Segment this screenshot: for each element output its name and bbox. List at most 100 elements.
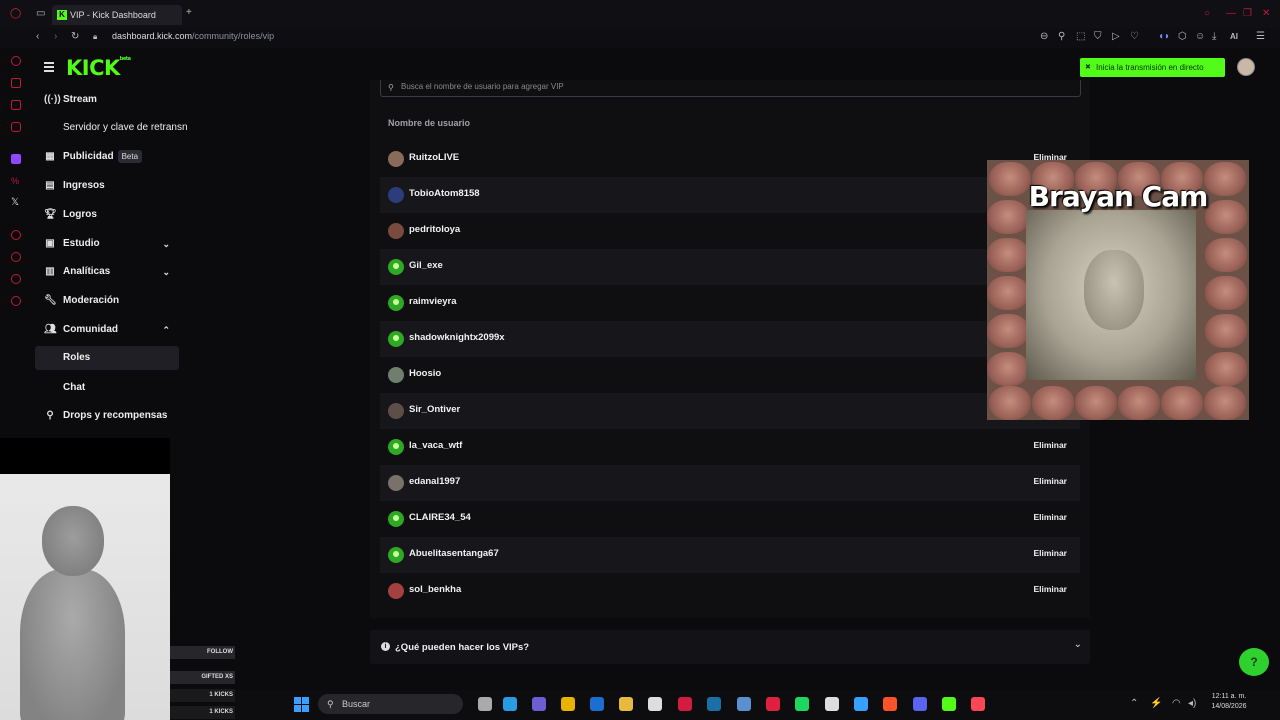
wifi-icon[interactable]: ◠ (1172, 698, 1181, 710)
edge-icon[interactable] (503, 697, 517, 711)
taskbar-clock[interactable]: 12:11 a. m. 14/08/2026 (1206, 692, 1252, 712)
remove-vip-button[interactable]: Eliminar (1033, 548, 1067, 558)
username[interactable]: CLAIRE34_54 (409, 512, 471, 523)
username[interactable]: sol_benkha (409, 584, 461, 595)
valorant-icon[interactable] (971, 697, 985, 711)
pin-icon[interactable]: ⚲ (1058, 31, 1065, 43)
username[interactable]: RuitzoLIVE (409, 152, 459, 163)
chevron-up-icon[interactable]: ⌃ (1130, 698, 1138, 710)
username[interactable]: Sir_Ontiver (409, 404, 460, 415)
nav-chat[interactable]: Chat (44, 376, 179, 400)
nav-stream-key[interactable]: Servidor y clave de retransn (44, 116, 188, 140)
username[interactable]: Gil_exe (409, 260, 443, 271)
store-icon[interactable] (648, 697, 662, 711)
remove-vip-button[interactable]: Eliminar (1033, 584, 1067, 594)
search-tabs-icon[interactable]: ○ (1204, 8, 1210, 20)
username[interactable]: Abuelitasentanga67 (409, 548, 499, 559)
network-icon[interactable]: ⚡ (1150, 698, 1162, 710)
support-chat-button[interactable]: ? (1239, 648, 1269, 676)
remove-vip-button[interactable]: Eliminar (1033, 440, 1067, 450)
url-text[interactable]: dashboard.kick.com/community/roles/vip (112, 31, 274, 41)
easy-setup-icon[interactable]: ☰ (1256, 31, 1265, 43)
ccleaner-icon[interactable] (825, 697, 839, 711)
percent-icon[interactable]: % (11, 176, 21, 186)
download-icon[interactable]: ⤓ (1212, 31, 1216, 43)
teams-icon[interactable] (532, 697, 546, 711)
nav-moderacion[interactable]: 🔧︎ Moderación (44, 289, 179, 313)
zoom-icon[interactable]: ⊖ (1040, 31, 1048, 43)
nav-estudio[interactable]: ▣ Estudio ⌄ (44, 232, 179, 256)
vip-faq-accordion[interactable]: i ¿Qué pueden hacer los VIPs? ⌄ (370, 630, 1090, 664)
maximize-icon[interactable]: ❐ (1243, 8, 1252, 20)
opera-gx-icon[interactable] (678, 697, 692, 711)
kick-app-icon[interactable] (942, 697, 956, 711)
extensions-side-icon[interactable] (11, 274, 21, 284)
history-icon[interactable] (11, 252, 21, 262)
folder-icon[interactable] (619, 697, 633, 711)
tab-overview-icon[interactable]: ▭ (36, 8, 45, 20)
opera-logo-icon[interactable]: ◯ (10, 8, 21, 20)
brave-icon[interactable] (883, 697, 897, 711)
file-explorer-icon[interactable] (478, 697, 492, 711)
taskbar-search[interactable]: ⚲ Buscar (318, 694, 463, 714)
heart-icon[interactable]: ♡ (1130, 31, 1139, 43)
username[interactable]: raimvieyra (409, 296, 457, 307)
username[interactable]: Hoosio (409, 368, 441, 379)
profile-avatar[interactable] (1237, 58, 1255, 76)
new-tab-button[interactable]: + (186, 7, 192, 19)
nav-comunidad[interactable]: 👥︎ Comunidad ⌃ (44, 318, 179, 342)
app-icon[interactable] (737, 697, 751, 711)
minimize-icon[interactable]: — (1226, 8, 1236, 20)
puzzle-icon[interactable]: ⬡ (1178, 31, 1187, 43)
steam-icon[interactable] (707, 697, 721, 711)
nav-drops[interactable]: ⚲ Drops y recompensas (44, 404, 179, 428)
player-icon[interactable]: ▷ (1112, 31, 1120, 43)
forward-icon[interactable]: › (54, 31, 57, 43)
opera-icon[interactable] (766, 697, 780, 711)
username[interactable]: TobioAtom8158 (409, 188, 480, 199)
remove-vip-button[interactable]: Eliminar (1033, 512, 1067, 522)
nav-logros[interactable]: 🏆︎ Logros (44, 203, 179, 227)
extension-icon[interactable]: ◖◗ (1158, 31, 1170, 43)
back-icon[interactable]: ‹ (36, 31, 39, 43)
aria-icon[interactable] (11, 56, 21, 66)
x-icon[interactable]: 𝕏 (11, 198, 21, 208)
tab-vip-kick-dashboard[interactable]: K VIP - Kick Dashboard (52, 5, 182, 25)
app-2-icon[interactable] (854, 697, 868, 711)
nav-analiticas[interactable]: ▥ Analíticas ⌄ (44, 260, 179, 284)
remove-vip-button[interactable]: Eliminar (1033, 476, 1067, 486)
account-icon[interactable]: ☺ (1195, 31, 1205, 43)
username[interactable]: shadowknightx2099x (409, 332, 505, 343)
twitch-icon[interactable] (11, 154, 21, 164)
messenger-icon[interactable] (11, 100, 21, 110)
spotify-icon[interactable] (795, 697, 809, 711)
vip-search-input[interactable]: ⚲ Busca el nombre de usuario para agrega… (380, 80, 1081, 97)
volume-icon[interactable]: ◂) (1188, 698, 1196, 710)
workspace-icon[interactable] (11, 78, 21, 88)
nav-ingresos[interactable]: ▤ Ingresos (44, 174, 179, 198)
discord-icon[interactable] (913, 697, 927, 711)
adblock-icon[interactable]: ⛉ (1094, 31, 1102, 43)
nav-publicidad[interactable]: ▦ Publicidad Beta (44, 145, 179, 169)
windows-start-icon[interactable] (294, 697, 309, 712)
player-side-icon[interactable] (11, 230, 21, 240)
chevron-up-icon[interactable]: ⌃ (162, 318, 170, 342)
chevron-down-icon[interactable]: ⌄ (162, 260, 170, 284)
chrome-icon[interactable] (561, 697, 575, 711)
close-window-icon[interactable]: ✕ (1262, 8, 1270, 20)
nav-roles[interactable]: Roles (35, 346, 179, 370)
outlook-icon[interactable] (590, 697, 604, 711)
hamburger-menu-icon[interactable] (44, 62, 54, 72)
aria-ai-button[interactable]: AI (1230, 31, 1238, 43)
kick-logo[interactable]: KICKbeta (66, 56, 131, 80)
reload-icon[interactable]: ↻ (71, 31, 79, 43)
chevron-down-icon[interactable]: ⌄ (162, 232, 170, 256)
username[interactable]: pedritoloya (409, 224, 460, 235)
instagram-icon[interactable] (11, 122, 21, 132)
username[interactable]: la_vaca_wtf (409, 440, 462, 451)
go-live-button[interactable]: Inicia la transmisión en directo (1080, 58, 1225, 77)
chevron-down-icon[interactable]: ⌄ (1074, 639, 1082, 650)
snapshot-icon[interactable]: ⬚ (1076, 31, 1085, 43)
username[interactable]: edanal1997 (409, 476, 460, 487)
nav-stream[interactable]: ((·)) Stream (44, 88, 179, 112)
